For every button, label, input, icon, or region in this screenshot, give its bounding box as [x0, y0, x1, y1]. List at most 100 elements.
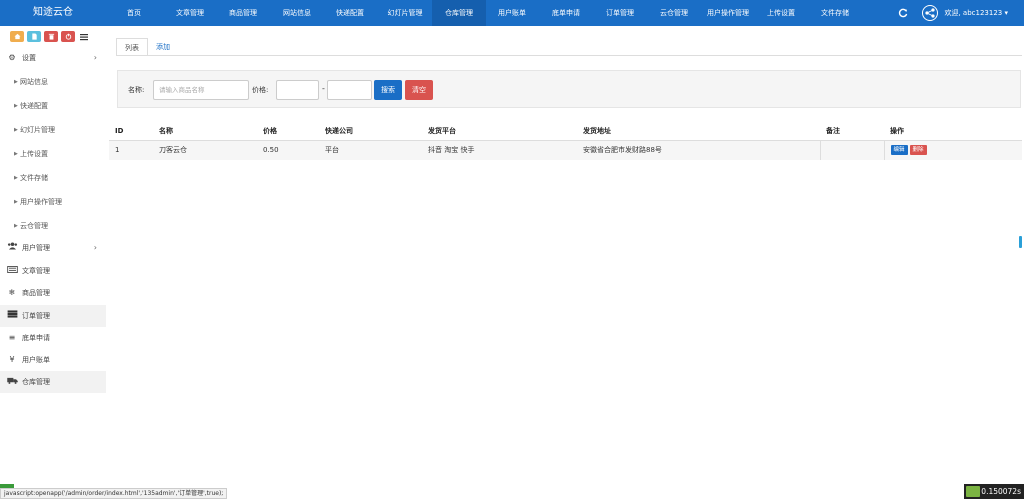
sidebar-item-users[interactable]: 用户管理 › [0, 237, 106, 259]
search-button[interactable]: 搜索 [374, 80, 402, 100]
chevron-down-icon: ▾ [1004, 9, 1008, 17]
share-icon [925, 8, 936, 18]
sidebar-subitem-upload-settings[interactable]: ▶ 上传设置 [0, 142, 106, 166]
price-max-input[interactable] [327, 80, 372, 100]
caret-right-icon: ▶ [14, 175, 18, 181]
brand-logo[interactable]: 知途云仓 [0, 0, 106, 26]
tab-add[interactable]: 添加 [148, 38, 178, 56]
sidebar-subitem-cloud-warehouse[interactable]: ▶ 云仓管理 [0, 214, 106, 238]
home-icon [13, 33, 21, 40]
sidebar-item-label: 文章管理 [22, 267, 50, 275]
nav-item-file-storage[interactable]: 文件存储 [820, 0, 850, 26]
bars-icon: ≡ [8, 333, 16, 342]
price-min-input[interactable] [276, 80, 319, 100]
cell-actions: 编辑 删除 [884, 139, 1022, 160]
column-header-name: 名称 [153, 122, 257, 141]
nav-item-user-bills[interactable]: 用户账单 [497, 0, 527, 26]
tab-list[interactable]: 列表 [116, 38, 148, 56]
sidebar-subitem-label: 快递配置 [20, 102, 48, 110]
cell-name: 刀客云仓 [153, 139, 257, 160]
sidebar-item-label: 底单申请 [22, 334, 50, 342]
delete-button[interactable]: 删除 [909, 145, 927, 156]
sidebar-item-orders[interactable]: 订单管理 [0, 305, 106, 327]
column-header-note: 备注 [820, 122, 884, 141]
tab-divider [116, 55, 1022, 56]
power-icon [65, 33, 71, 40]
nav-item-upload-settings[interactable]: 上传设置 [766, 0, 796, 26]
nav-item-site-info[interactable]: 网站信息 [282, 0, 312, 26]
table-header-row: ID 名称 价格 快递公司 发货平台 发货地址 备注 操作 [109, 122, 1022, 141]
sidebar-item-label: 订单管理 [22, 312, 50, 320]
trash-icon [48, 33, 54, 40]
sidebar-item-user-bills[interactable]: ¥ 用户账单 [0, 349, 106, 371]
tab-bar: 列表 添加 [116, 38, 178, 56]
user-name-label: 欢迎, abc123123 [944, 9, 1003, 17]
sidebar-subitem-label: 文件存储 [20, 174, 48, 182]
warehouse-table: ID 名称 价格 快递公司 发货平台 发货地址 备注 操作 1 刀客云仓 0.5… [109, 122, 1022, 160]
keyboard-icon [6, 260, 18, 282]
sidebar-item-bottom-order[interactable]: ≡ 底单申请 [0, 327, 106, 349]
nav-item-home[interactable]: 首页 [123, 0, 145, 26]
page-timer: 0.150072s [964, 484, 1024, 499]
cell-price: 0.50 [257, 139, 319, 160]
edit-button[interactable]: 编辑 [890, 145, 908, 156]
power-button[interactable] [61, 31, 75, 42]
sidebar-item-warehouse[interactable]: 仓库管理 [0, 371, 106, 393]
sidebar-subitem-user-ops[interactable]: ▶ 用户操作管理 [0, 190, 106, 214]
file-button[interactable] [27, 31, 41, 42]
nav-item-express-config[interactable]: 快递配置 [335, 0, 365, 26]
sidebar-subitem-site-info[interactable]: ▶ 网站信息 [0, 70, 106, 94]
column-header-address: 发货地址 [577, 122, 820, 141]
trash-button[interactable] [44, 31, 58, 42]
timer-value: 0.150072s [981, 487, 1021, 496]
snowflake-icon: ❄ [8, 288, 16, 297]
avatar[interactable] [922, 5, 939, 21]
chevron-right-icon: › [93, 243, 97, 252]
nav-item-products[interactable]: 商品管理 [228, 0, 258, 26]
nav-item-orders[interactable]: 订单管理 [605, 0, 635, 26]
cell-courier: 平台 [319, 139, 422, 160]
column-header-price: 价格 [257, 122, 319, 141]
table-row: 1 刀客云仓 0.50 平台 抖音 淘宝 快手 安徽省合肥市发财路88号 编辑删… [109, 139, 1022, 160]
nav-item-cloud-warehouse[interactable]: 云仓管理 [659, 0, 689, 26]
yen-icon: ¥ [9, 355, 15, 364]
sidebar-subitem-file-storage[interactable]: ▶ 文件存储 [0, 166, 106, 190]
sidebar-subitem-label: 网站信息 [20, 78, 48, 86]
browser-status-bar: javascript:openapp('/admin/order/index.h… [0, 488, 228, 499]
clear-button[interactable]: 清空 [405, 80, 433, 100]
filter-panel: 名称: 价格: - 搜索 清空 [117, 70, 1021, 108]
server-icon [6, 305, 18, 327]
sidebar-subitem-slides[interactable]: ▶ 幻灯片管理 [0, 118, 106, 142]
name-search-input[interactable] [153, 80, 249, 100]
cell-platform: 抖音 淘宝 快手 [422, 139, 577, 160]
refresh-icon[interactable] [898, 8, 908, 18]
sidebar-item-products[interactable]: ❄ 商品管理 [0, 282, 106, 304]
scrollbar-thumb[interactable] [1019, 236, 1022, 248]
nav-item-bottom-order[interactable]: 底单申请 [551, 0, 581, 26]
gears-icon: ⚙ [8, 53, 16, 62]
column-header-platform: 发货平台 [422, 122, 577, 141]
column-header-id: ID [109, 122, 153, 141]
nav-item-warehouse[interactable]: 仓库管理 [432, 0, 486, 26]
nav-item-articles[interactable]: 文章管理 [175, 0, 205, 26]
caret-right-icon: ▶ [14, 103, 18, 109]
truck-icon [6, 371, 18, 393]
nav-item-slides[interactable]: 幻灯片管理 [386, 0, 424, 26]
sidebar-item-label: 用户管理 [22, 244, 50, 252]
sidebar-subitem-express-config[interactable]: ▶ 快递配置 [0, 94, 106, 118]
price-filter-label: 价格: [252, 86, 269, 94]
cell-note [820, 139, 885, 160]
sidebar-subitem-label: 用户操作管理 [20, 198, 62, 206]
price-range-dash: - [322, 84, 325, 93]
user-dropdown[interactable]: 欢迎, abc123123 ▾ [944, 8, 1008, 18]
sidebar-item-settings[interactable]: ⚙ 设置 › [0, 47, 106, 69]
cell-id: 1 [109, 139, 153, 160]
caret-right-icon: ▶ [14, 127, 18, 133]
chevron-right-icon: › [93, 53, 97, 62]
sidebar-subitem-label: 上传设置 [20, 150, 48, 158]
home-button[interactable] [10, 31, 24, 42]
sidebar-item-label: 用户账单 [22, 356, 50, 364]
nav-item-user-ops[interactable]: 用户操作管理 [705, 0, 751, 26]
sidebar-item-articles[interactable]: 文章管理 [0, 260, 106, 282]
list-icon[interactable] [78, 31, 90, 42]
